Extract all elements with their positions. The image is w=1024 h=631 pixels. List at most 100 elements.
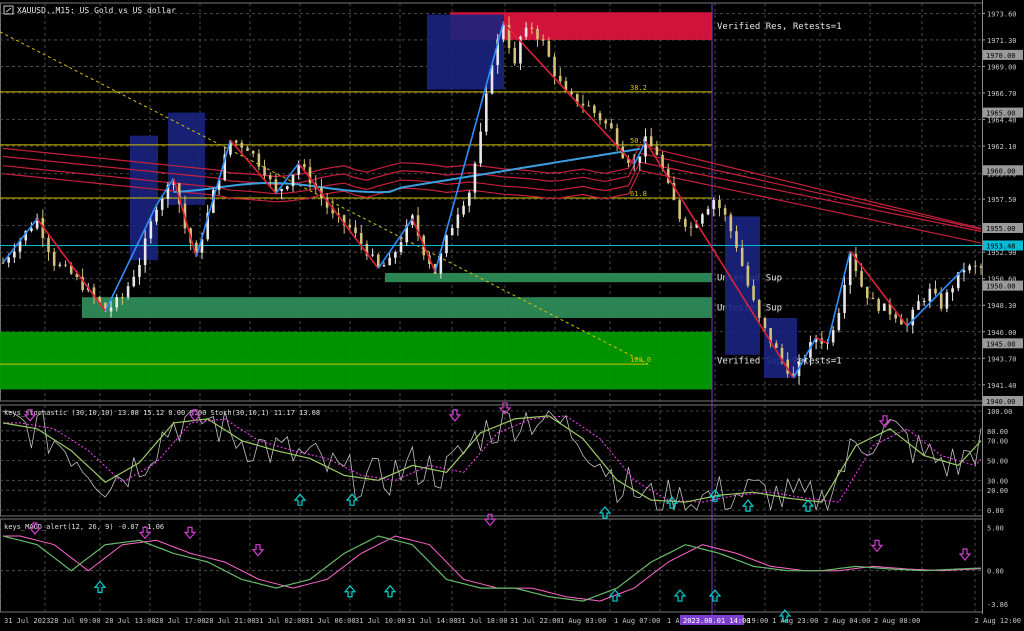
candle-body xyxy=(740,247,744,266)
candle-body xyxy=(513,48,517,64)
price-tag-label: 1965.00 xyxy=(986,110,1016,118)
candle-body xyxy=(871,298,875,300)
candle-body xyxy=(684,219,687,227)
price-tag-label: 1955.00 xyxy=(986,225,1016,233)
candle-body xyxy=(348,224,352,228)
stoch-tick-label: 0.00 xyxy=(987,507,1004,515)
candle-body xyxy=(979,266,983,268)
candle-body xyxy=(604,120,608,124)
fib-label: 100.0 xyxy=(630,356,651,364)
candle-body xyxy=(655,146,659,155)
stoch-title: keys_stochastic (30,10,10) 13.08 15.12 0… xyxy=(4,409,320,417)
time-tick-label: 31 Jul 06:00 xyxy=(305,617,356,625)
candle-body xyxy=(729,214,733,232)
candle-body xyxy=(143,238,147,265)
candle-body xyxy=(479,131,482,164)
candle-body xyxy=(485,93,488,132)
candle-body xyxy=(553,56,556,76)
time-tick-label: 31 Jul 02:00 xyxy=(255,617,306,625)
candle-body xyxy=(939,293,943,309)
candle-body xyxy=(58,264,62,266)
candle-body xyxy=(860,271,863,287)
macd-tick-label: 5.00 xyxy=(987,524,1004,532)
time-tick-label: 28 Jul 17:00 xyxy=(155,617,206,625)
candle-body xyxy=(149,221,153,239)
time-tick-label: 2 Aug 08:00 xyxy=(874,617,920,625)
candle-body xyxy=(530,27,534,29)
candle-body xyxy=(138,264,141,277)
candle-body xyxy=(64,264,67,266)
candle-body xyxy=(547,40,551,57)
price-tick-label: 1943.70 xyxy=(987,355,1017,363)
candle-body xyxy=(280,189,283,192)
candle-body xyxy=(354,227,357,234)
time-tick-label: 1 Aug 07:00 xyxy=(614,617,660,625)
price-tick-label: 1966.70 xyxy=(987,90,1017,98)
macd-title: keys_MACD_alert(12, 26, 9) -0.87 -1.06 xyxy=(4,523,164,531)
time-tick-label: 2 Aug 04:00 xyxy=(824,617,870,625)
candle-body xyxy=(746,265,750,286)
fib-label: 61.8 xyxy=(630,190,647,198)
time-tick-label: 31 Jul 2023 xyxy=(4,617,50,625)
candle-body xyxy=(399,242,403,253)
price-tick-label: 1962.10 xyxy=(987,143,1017,151)
time-tick-label: 1 Aug 03:00 xyxy=(560,617,606,625)
candle-body xyxy=(962,270,966,273)
time-tick-label: 31 Jul 10:00 xyxy=(355,617,406,625)
candle-body xyxy=(581,103,585,106)
candle-body xyxy=(257,153,261,167)
price-chart[interactable]: 1973.60 1971.30 1969.00 1966.70 1964.40 1962.… xyxy=(0,0,1024,627)
time-tick-label: 1 Aug 23:00 xyxy=(772,617,818,625)
candle xyxy=(883,303,886,312)
candle-body xyxy=(462,205,465,215)
stoch-tick-label: 50.00 xyxy=(987,458,1008,466)
price-tick-label: 1973.60 xyxy=(987,10,1017,18)
price-tick-label: 1948.30 xyxy=(987,302,1017,310)
chart-root: 1973.60 1971.30 1969.00 1966.70 1964.40 1962.… xyxy=(0,0,1024,627)
candle-body xyxy=(450,227,454,236)
candle-body xyxy=(843,285,846,313)
candle-body xyxy=(951,288,954,293)
price-tick-label: 1941.40 xyxy=(987,382,1017,390)
time-highlight-label: 2023.08.01 14:00 xyxy=(683,617,750,625)
candle-body xyxy=(865,286,869,299)
candle-body xyxy=(388,257,391,266)
candle-body xyxy=(473,163,477,193)
candle-body xyxy=(132,276,136,287)
price-tag-label: 1940.00 xyxy=(986,398,1016,406)
candle-body xyxy=(775,343,778,348)
price-tag-label: 1953.48 xyxy=(986,242,1016,250)
candle-body xyxy=(831,330,835,343)
candle-body xyxy=(246,147,249,151)
candle-body xyxy=(723,208,727,215)
candle-body xyxy=(359,233,363,244)
candle-body xyxy=(922,301,926,303)
fib-label: 38.2 xyxy=(630,84,647,92)
time-tick-label: 28 Jul 21:00 xyxy=(205,617,256,625)
candle-body xyxy=(752,285,755,301)
zone-light xyxy=(82,297,712,318)
candle-body xyxy=(877,299,880,311)
candle-body xyxy=(126,286,130,298)
stoch-tick-label: 80.00 xyxy=(987,428,1008,436)
candle-body xyxy=(274,179,278,192)
price-tick-label: 1957.50 xyxy=(987,196,1017,204)
candle-body xyxy=(286,186,289,190)
stoch-tick-label: 70.00 xyxy=(987,438,1008,446)
candle-body xyxy=(757,300,761,318)
candle-body xyxy=(234,140,238,143)
candle-body xyxy=(115,297,119,308)
candle-body xyxy=(47,238,50,252)
price-tick-label: 1964.40 xyxy=(987,117,1017,125)
candle-body xyxy=(837,312,841,331)
time-tick-label: 28 Jul 13:00 xyxy=(105,617,156,625)
candle-body xyxy=(121,297,124,299)
price-tag-label: 1960.00 xyxy=(986,167,1016,175)
zone-light xyxy=(385,272,712,283)
macd-tick-label: 0.00 xyxy=(987,568,1004,576)
price-tag-label: 1945.00 xyxy=(986,340,1016,348)
candle-body xyxy=(303,163,306,168)
candle-body xyxy=(7,257,10,263)
candle-body xyxy=(883,303,886,311)
macd-tick-label: -3.86 xyxy=(987,601,1008,609)
